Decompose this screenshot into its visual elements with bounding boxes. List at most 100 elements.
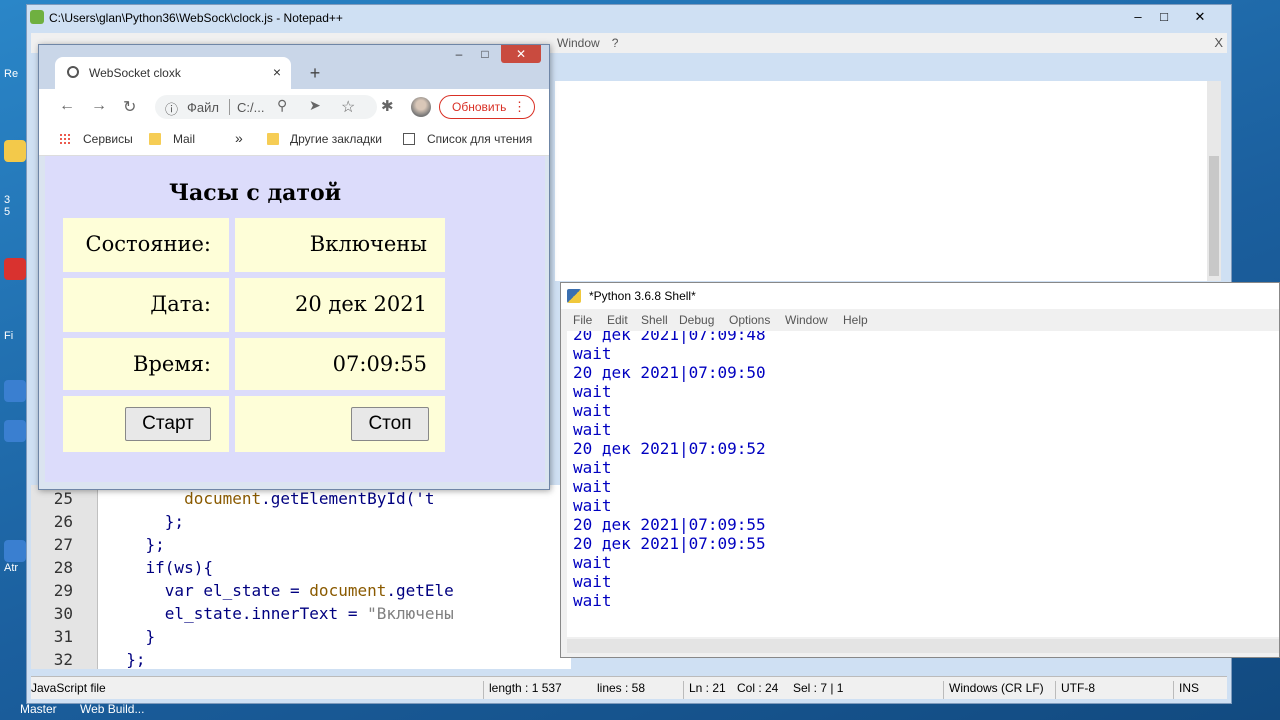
code-line: 32 }; — [31, 648, 571, 669]
stop-button[interactable]: Стоп — [351, 407, 429, 441]
taskbar-item-web-build[interactable]: Web Build... — [80, 702, 144, 716]
taskbar-item-master[interactable]: Master — [20, 702, 57, 716]
code-token: }; — [145, 535, 165, 554]
line-number: 26 — [53, 512, 73, 531]
status-encoding: UTF-8 — [1061, 681, 1095, 695]
code-text: }; — [107, 533, 165, 556]
chrome-maximize-icon[interactable]: □ — [473, 45, 497, 63]
python-shell-hscrollbar[interactable] — [567, 639, 1279, 653]
state-value: Включены — [309, 232, 427, 256]
zoom-icon[interactable]: ⚲ — [277, 97, 287, 114]
desktop-icon-4[interactable] — [4, 420, 26, 442]
bookmark-reading-list[interactable]: Список для чтения — [427, 132, 532, 146]
py-menu-file[interactable]: File — [573, 313, 592, 327]
chrome-close-icon[interactable]: ✕ — [501, 45, 541, 63]
close-document-icon[interactable]: X — [1214, 35, 1223, 50]
menu-window[interactable]: Window — [551, 33, 606, 53]
bookmark-other[interactable]: Другие закладки — [290, 132, 382, 146]
py-menu-debug[interactable]: Debug — [679, 313, 714, 327]
notepadpp-window-title: C:\Users\glan\Python36\WebSock\clock.js … — [49, 11, 343, 25]
shell-output-line: wait — [573, 401, 612, 420]
desktop-label-5: Atr — [4, 562, 19, 574]
bookmarks-overflow-icon[interactable]: » — [235, 130, 243, 146]
start-button[interactable]: Старт — [125, 407, 211, 441]
desktop-label-3: 5 — [4, 206, 11, 218]
py-menu-window[interactable]: Window — [785, 313, 828, 327]
code-token: } — [145, 627, 156, 646]
status-filetype: JavaScript file — [31, 681, 106, 695]
state-label: Состояние: — [85, 232, 211, 256]
forward-arrow-icon[interactable]: → — [91, 97, 107, 115]
bookmark-apps[interactable]: Сервисы — [83, 132, 133, 146]
scrollbar-thumb[interactable] — [1209, 156, 1219, 276]
reading-list-icon — [403, 133, 415, 145]
state-value-cell: Включены — [235, 218, 445, 272]
time-label-cell: Время: — [63, 338, 229, 390]
py-menu-shell[interactable]: Shell — [641, 313, 668, 327]
kebab-menu-icon[interactable]: ⋮ — [513, 99, 526, 115]
info-icon[interactable]: ⓘ — [165, 99, 178, 118]
tab-title: WebSocket cloxk — [89, 66, 181, 80]
status-insert-mode: INS — [1179, 681, 1200, 695]
py-menu-options[interactable]: Options — [729, 313, 770, 327]
code-editor[interactable]: 25 document.getElementById('t 26 }; 27 }; 2… — [31, 485, 571, 669]
python-shell-titlebar[interactable]: *Python 3.6.8 Shell* — [561, 283, 1279, 309]
menu-help[interactable]: ? — [606, 33, 625, 53]
apps-grid-icon — [59, 133, 71, 145]
code-token: }; — [164, 512, 185, 531]
desktop-icon-2[interactable] — [4, 258, 26, 280]
back-arrow-icon[interactable]: ← — [59, 97, 75, 115]
code-token: var el_state = — [164, 581, 310, 600]
desktop-icon-1[interactable] — [4, 140, 26, 162]
status-line: Ln : 21 — [689, 681, 726, 695]
bookmark-mail[interactable]: Mail — [173, 132, 195, 146]
status-lines: lines : 58 — [597, 681, 646, 695]
line-number: 31 — [53, 627, 73, 646]
notepadpp-titlebar[interactable]: C:\Users\glan\Python36\WebSock\clock.js … — [27, 5, 1231, 31]
code-text: document.getElementById('t — [107, 487, 434, 510]
status-selection: Sel : 7 | 1 — [793, 681, 844, 695]
python-shell-window: *Python 3.6.8 Shell* File Edit Shell Deb… — [560, 282, 1280, 658]
line-number: 30 — [53, 604, 73, 623]
status-column: Col : 24 — [737, 681, 779, 695]
shell-output-line: 20 дек 2021|07:09:48 — [573, 331, 766, 344]
browser-tab[interactable]: WebSocket cloxk × — [55, 57, 291, 89]
shell-output-line: wait — [573, 382, 612, 401]
chrome-toolbar: ← → ↻ ⓘ Файл C:/... ⚲ ➤ ☆ ✱ Обновить ⋮ — [39, 89, 549, 125]
python-shell-output[interactable]: 20 дек 2021|07:09:48 wait 20 дек 2021|07:0… — [567, 331, 1279, 637]
code-line: 27 }; — [31, 533, 571, 556]
code-token: "Включены — [367, 604, 454, 623]
folder-icon — [149, 133, 161, 145]
update-button-label: Обновить — [452, 100, 507, 114]
py-menu-help[interactable]: Help — [843, 313, 868, 327]
profile-avatar[interactable] — [411, 97, 431, 117]
shell-output-line: wait — [573, 344, 612, 363]
start-button-cell: Старт — [63, 396, 229, 452]
update-button[interactable]: Обновить ⋮ — [439, 95, 535, 119]
code-text: el_state.innerText = "Включены — [107, 602, 454, 625]
new-tab-button[interactable]: + — [303, 61, 327, 85]
minimize-icon[interactable]: – — [1125, 7, 1151, 27]
desktop-icon-3[interactable] — [4, 380, 26, 402]
extensions-puzzle-icon[interactable]: ✱ — [381, 97, 394, 115]
tab-close-icon[interactable]: × — [273, 64, 281, 80]
editor-scrollbar[interactable] — [1207, 81, 1221, 281]
chrome-minimize-icon[interactable]: – — [447, 45, 471, 63]
time-value-cell: 07:09:55 — [235, 338, 445, 390]
state-label-cell: Состояние: — [63, 218, 229, 272]
editor-area-top[interactable] — [555, 81, 1219, 281]
bookmark-star-icon[interactable]: ☆ — [341, 97, 355, 117]
chrome-tabstrip[interactable]: WebSocket cloxk × + – □ ✕ — [39, 45, 549, 89]
close-icon[interactable]: ✕ — [1187, 7, 1213, 27]
line-number: 25 — [53, 489, 73, 508]
send-icon[interactable]: ➤ — [309, 97, 321, 114]
py-menu-edit[interactable]: Edit — [607, 313, 628, 327]
desktop-icon-5[interactable] — [4, 540, 26, 562]
maximize-icon[interactable]: □ — [1151, 7, 1177, 27]
reload-icon[interactable]: ↻ — [123, 97, 136, 117]
